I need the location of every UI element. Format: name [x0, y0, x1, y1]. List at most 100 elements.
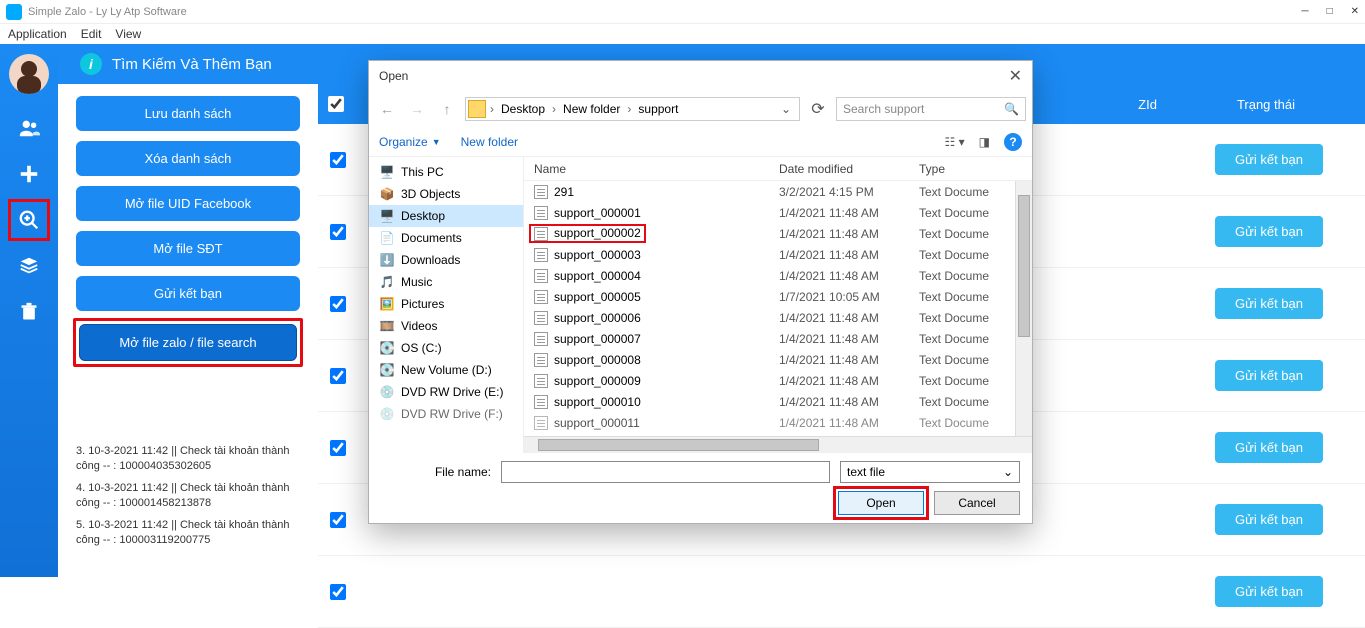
row-checkbox[interactable] [330, 296, 346, 312]
nav-forward-icon[interactable]: → [405, 97, 429, 121]
file-row[interactable]: support_0000011/4/2021 11:48 AMText Docu… [524, 202, 1032, 223]
preview-pane-icon[interactable]: ◨ [979, 135, 990, 149]
dialog-close-icon[interactable]: ✕ [1009, 66, 1022, 86]
menu-edit[interactable]: Edit [81, 27, 102, 41]
tree-this-pc[interactable]: 🖥️This PC [369, 161, 523, 183]
drive-icon: 💽 [379, 362, 395, 378]
organize-button[interactable]: Organize ▼ [379, 135, 441, 149]
nav-back-icon[interactable]: ← [375, 97, 399, 121]
dialog-toolbar: Organize ▼ New folder ☷ ▾ ◨ ? [369, 127, 1032, 157]
send-friend-row-button[interactable]: Gửi kết bạn [1215, 144, 1323, 175]
send-friend-row-button[interactable]: Gửi kết bạn [1215, 576, 1323, 607]
file-name-input[interactable] [501, 461, 830, 483]
tree-music[interactable]: 🎵Music [369, 271, 523, 293]
view-options-icon[interactable]: ☷ ▾ [945, 135, 965, 149]
row-checkbox[interactable] [330, 440, 346, 456]
breadcrumb-item[interactable]: support [635, 102, 681, 116]
col-name[interactable]: Name [524, 162, 779, 176]
menu-application[interactable]: Application [8, 27, 67, 41]
close-icon[interactable]: ✕ [1351, 6, 1359, 17]
menu-view[interactable]: View [115, 27, 141, 41]
open-uid-facebook-button[interactable]: Mở file UID Facebook [76, 186, 300, 221]
file-list-header: Name Date modified Type [524, 157, 1032, 181]
refresh-icon[interactable]: ⟳ [806, 97, 830, 121]
tree-pictures[interactable]: 🖼️Pictures [369, 293, 523, 315]
file-row[interactable]: support_0000071/4/2021 11:48 AMText Docu… [524, 328, 1032, 349]
new-folder-button[interactable]: New folder [461, 135, 518, 149]
cube-icon: 📦 [379, 186, 395, 202]
open-button[interactable]: Open [838, 491, 924, 515]
send-friend-row-button[interactable]: Gửi kết bạn [1215, 432, 1323, 463]
tree-desktop[interactable]: 🖥️Desktop [369, 205, 523, 227]
row-checkbox[interactable] [330, 512, 346, 528]
open-sdt-button[interactable]: Mở file SĐT [76, 231, 300, 266]
search-input[interactable]: Search support 🔍 [836, 97, 1026, 121]
folder-icon [468, 100, 486, 118]
table-header-checkbox[interactable] [328, 96, 344, 112]
maximize-icon[interactable]: □ [1327, 6, 1333, 17]
people-icon[interactable] [17, 116, 41, 140]
file-row[interactable]: support_0000041/4/2021 11:48 AMText Docu… [524, 265, 1032, 286]
tree-3d-objects[interactable]: 📦3D Objects [369, 183, 523, 205]
window-title: Simple Zalo - Ly Ly Atp Software [28, 6, 187, 18]
avatar[interactable] [9, 54, 49, 94]
app-icon [6, 4, 22, 20]
cancel-button[interactable]: Cancel [934, 491, 1020, 515]
send-friend-button[interactable]: Gửi kết bạn [76, 276, 300, 311]
breadcrumb-item[interactable]: New folder [560, 102, 623, 116]
file-row[interactable]: support_0000111/4/2021 11:48 AMText Docu… [524, 412, 1032, 433]
table-row: Gửi kết bạn [318, 556, 1365, 628]
file-type-filter[interactable]: text file⌄ [840, 461, 1020, 483]
col-type[interactable]: Type [919, 162, 1032, 176]
text-file-icon [534, 227, 548, 241]
plus-icon[interactable] [17, 162, 41, 186]
breadcrumb[interactable]: › Desktop › New folder › support ⌄ [465, 97, 800, 121]
open-file-search-button[interactable]: Mở file zalo / file search [79, 324, 297, 361]
send-friend-row-button[interactable]: Gửi kết bạn [1215, 360, 1323, 391]
file-row[interactable]: support_0000031/4/2021 11:48 AMText Docu… [524, 244, 1032, 265]
videos-icon: 🎞️ [379, 318, 395, 334]
file-row[interactable]: support_0000091/4/2021 11:48 AMText Docu… [524, 370, 1032, 391]
tree-new-volume[interactable]: 💽New Volume (D:) [369, 359, 523, 381]
nav-up-icon[interactable]: ↑ [435, 97, 459, 121]
row-checkbox[interactable] [330, 368, 346, 384]
breadcrumb-item[interactable]: Desktop [498, 102, 548, 116]
row-checkbox[interactable] [330, 224, 346, 240]
trash-icon[interactable] [17, 300, 41, 324]
file-row[interactable]: support_0000081/4/2021 11:48 AMText Docu… [524, 349, 1032, 370]
text-file-icon [534, 206, 548, 220]
row-checkbox[interactable] [330, 152, 346, 168]
file-row[interactable]: support_0000051/7/2021 10:05 AMText Docu… [524, 286, 1032, 307]
file-row[interactable]: support_0000061/4/2021 11:48 AMText Docu… [524, 307, 1032, 328]
delete-list-button[interactable]: Xóa danh sách [76, 141, 300, 176]
help-icon[interactable]: ? [1004, 133, 1022, 151]
search-placeholder: Search support [843, 102, 924, 116]
tree-downloads[interactable]: ⬇️Downloads [369, 249, 523, 271]
minimize-icon[interactable]: ─ [1301, 6, 1308, 17]
tree-videos[interactable]: 🎞️Videos [369, 315, 523, 337]
chevron-down-icon[interactable]: ⌄ [775, 102, 797, 116]
tree-dvd-f[interactable]: 💿DVD RW Drive (F:) [369, 403, 523, 425]
col-status: Trạng thái [1237, 97, 1295, 112]
layers-icon[interactable] [17, 254, 41, 278]
documents-icon: 📄 [379, 230, 395, 246]
vertical-scrollbar[interactable] [1015, 181, 1032, 436]
tree-dvd-e[interactable]: 💿DVD RW Drive (E:) [369, 381, 523, 403]
col-date[interactable]: Date modified [779, 162, 919, 176]
search-zoom-icon[interactable] [17, 208, 41, 232]
send-friend-row-button[interactable]: Gửi kết bạn [1215, 288, 1323, 319]
tree-os-c[interactable]: 💽OS (C:) [369, 337, 523, 359]
send-friend-row-button[interactable]: Gửi kết bạn [1215, 504, 1323, 535]
text-file-icon [534, 248, 548, 262]
tree-documents[interactable]: 📄Documents [369, 227, 523, 249]
file-row-highlighted[interactable]: support_0000021/4/2021 11:48 AMText Docu… [524, 223, 1032, 244]
action-panel: Lưu danh sách Xóa danh sách Mở file UID … [58, 84, 318, 577]
save-list-button[interactable]: Lưu danh sách [76, 96, 300, 131]
row-checkbox[interactable] [330, 584, 346, 600]
horizontal-scrollbar[interactable] [524, 436, 1032, 453]
search-icon: 🔍 [1004, 102, 1019, 116]
send-friend-row-button[interactable]: Gửi kết bạn [1215, 216, 1323, 247]
file-row[interactable]: 2913/2/2021 4:15 PMText Docume [524, 181, 1032, 202]
file-row[interactable]: support_0000101/4/2021 11:48 AMText Docu… [524, 391, 1032, 412]
text-file-icon [534, 269, 548, 283]
